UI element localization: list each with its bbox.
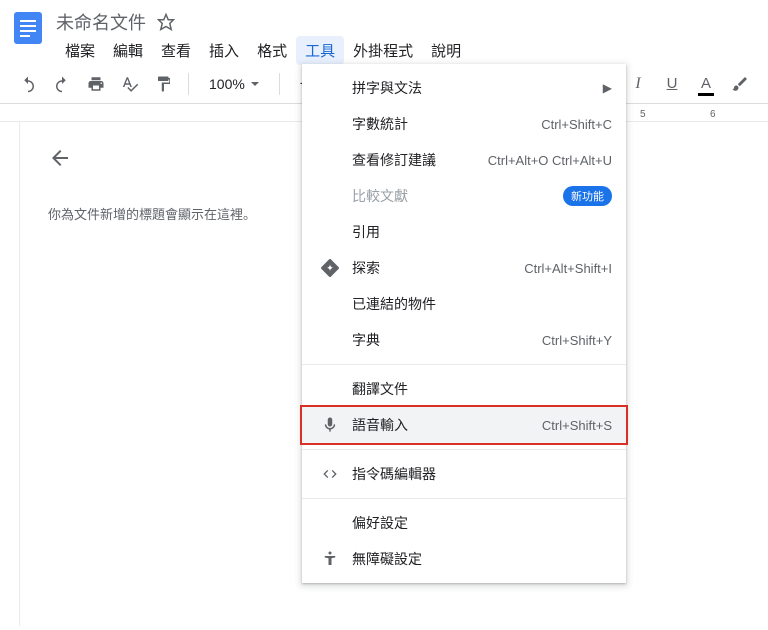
- menu-item-label: 比較文獻: [352, 186, 563, 206]
- menubar: 檔案編輯查看插入格式工具外掛程式說明: [56, 36, 768, 64]
- menu-item-label: 探索: [352, 258, 524, 278]
- menu-item-label: 無障礙設定: [352, 549, 612, 569]
- menu-item-label: 字典: [352, 330, 542, 350]
- document-title[interactable]: 未命名文件: [56, 9, 146, 35]
- menu-separator: [302, 498, 626, 499]
- explore-icon: ✦: [316, 259, 344, 277]
- menu-item-label: 偏好設定: [352, 513, 612, 533]
- menu-格式[interactable]: 格式: [248, 36, 296, 65]
- svg-text:✦: ✦: [326, 263, 334, 273]
- text-color-icon[interactable]: A: [692, 70, 720, 98]
- menu-item-比較文獻: 比較文獻新功能: [302, 178, 626, 214]
- menu-item-label: 拼字與文法: [352, 78, 603, 98]
- menu-shortcut: Ctrl+Shift+C: [541, 117, 612, 132]
- redo-icon[interactable]: [48, 70, 76, 98]
- spellcheck-icon[interactable]: [116, 70, 144, 98]
- highlight-color-icon[interactable]: [726, 70, 754, 98]
- back-arrow-icon[interactable]: [48, 146, 284, 176]
- zoom-value: 100%: [209, 76, 245, 92]
- menu-item-字典[interactable]: 字典Ctrl+Shift+Y: [302, 322, 626, 358]
- menu-shortcut: Ctrl+Alt+O Ctrl+Alt+U: [488, 153, 612, 168]
- outline-placeholder: 你為文件新增的標題會顯示在這裡。: [48, 204, 284, 223]
- menu-item-偏好設定[interactable]: 偏好設定: [302, 505, 626, 541]
- menu-item-label: 翻譯文件: [352, 379, 612, 399]
- tools-menu-dropdown: 拼字與文法▶字數統計Ctrl+Shift+C查看修訂建議Ctrl+Alt+O C…: [302, 64, 626, 583]
- code-icon: [316, 466, 344, 482]
- menu-separator: [302, 364, 626, 365]
- separator: [279, 73, 280, 95]
- menu-item-label: 語音輸入: [352, 415, 542, 435]
- menu-item-label: 字數統計: [352, 114, 541, 134]
- header: 未命名文件 檔案編輯查看插入格式工具外掛程式說明: [0, 0, 768, 64]
- separator: [188, 73, 189, 95]
- underline-icon[interactable]: U: [658, 70, 686, 98]
- menu-檔案[interactable]: 檔案: [56, 36, 104, 65]
- menu-item-翻譯文件[interactable]: 翻譯文件: [302, 371, 626, 407]
- submenu-arrow-icon: ▶: [603, 81, 612, 95]
- menu-說明[interactable]: 說明: [422, 36, 470, 65]
- menu-外掛程式[interactable]: 外掛程式: [344, 36, 422, 65]
- ruler-mark: 6: [710, 109, 716, 120]
- menu-shortcut: Ctrl+Shift+S: [542, 418, 612, 433]
- menu-編輯[interactable]: 編輯: [104, 36, 152, 65]
- menu-item-已連結的物件[interactable]: 已連結的物件: [302, 286, 626, 322]
- menu-item-語音輸入[interactable]: 語音輸入Ctrl+Shift+S: [302, 407, 626, 443]
- menu-item-指令碼編輯器[interactable]: 指令碼編輯器: [302, 456, 626, 492]
- menu-item-無障礙設定[interactable]: 無障礙設定: [302, 541, 626, 577]
- a11y-icon: [316, 550, 344, 568]
- menu-item-label: 引用: [352, 222, 612, 242]
- menu-item-探索[interactable]: ✦ 探索Ctrl+Alt+Shift+I: [302, 250, 626, 286]
- menu-item-label: 指令碼編輯器: [352, 464, 612, 484]
- menu-item-字數統計[interactable]: 字數統計Ctrl+Shift+C: [302, 106, 626, 142]
- docs-logo-icon[interactable]: [8, 8, 48, 48]
- new-feature-badge: 新功能: [563, 186, 612, 206]
- ruler-mark: 5: [640, 109, 646, 120]
- italic-icon[interactable]: I: [624, 70, 652, 98]
- vertical-ruler[interactable]: [0, 122, 20, 626]
- chevron-down-icon: [251, 82, 259, 86]
- menu-item-label: 查看修訂建議: [352, 150, 488, 170]
- menu-shortcut: Ctrl+Alt+Shift+I: [524, 261, 612, 276]
- paint-format-icon[interactable]: [150, 70, 178, 98]
- undo-icon[interactable]: [14, 70, 42, 98]
- zoom-select[interactable]: 100%: [199, 72, 269, 96]
- menu-插入[interactable]: 插入: [200, 36, 248, 65]
- menu-工具[interactable]: 工具: [296, 36, 344, 65]
- mic-icon: [316, 416, 344, 434]
- outline-panel: 你為文件新增的標題會顯示在這裡。: [20, 122, 312, 626]
- print-icon[interactable]: [82, 70, 110, 98]
- star-icon[interactable]: [154, 10, 178, 34]
- menu-item-拼字與文法[interactable]: 拼字與文法▶: [302, 70, 626, 106]
- menu-item-引用[interactable]: 引用: [302, 214, 626, 250]
- menu-item-查看修訂建議[interactable]: 查看修訂建議Ctrl+Alt+O Ctrl+Alt+U: [302, 142, 626, 178]
- menu-item-label: 已連結的物件: [352, 294, 612, 314]
- menu-查看[interactable]: 查看: [152, 36, 200, 65]
- menu-shortcut: Ctrl+Shift+Y: [542, 333, 612, 348]
- menu-separator: [302, 449, 626, 450]
